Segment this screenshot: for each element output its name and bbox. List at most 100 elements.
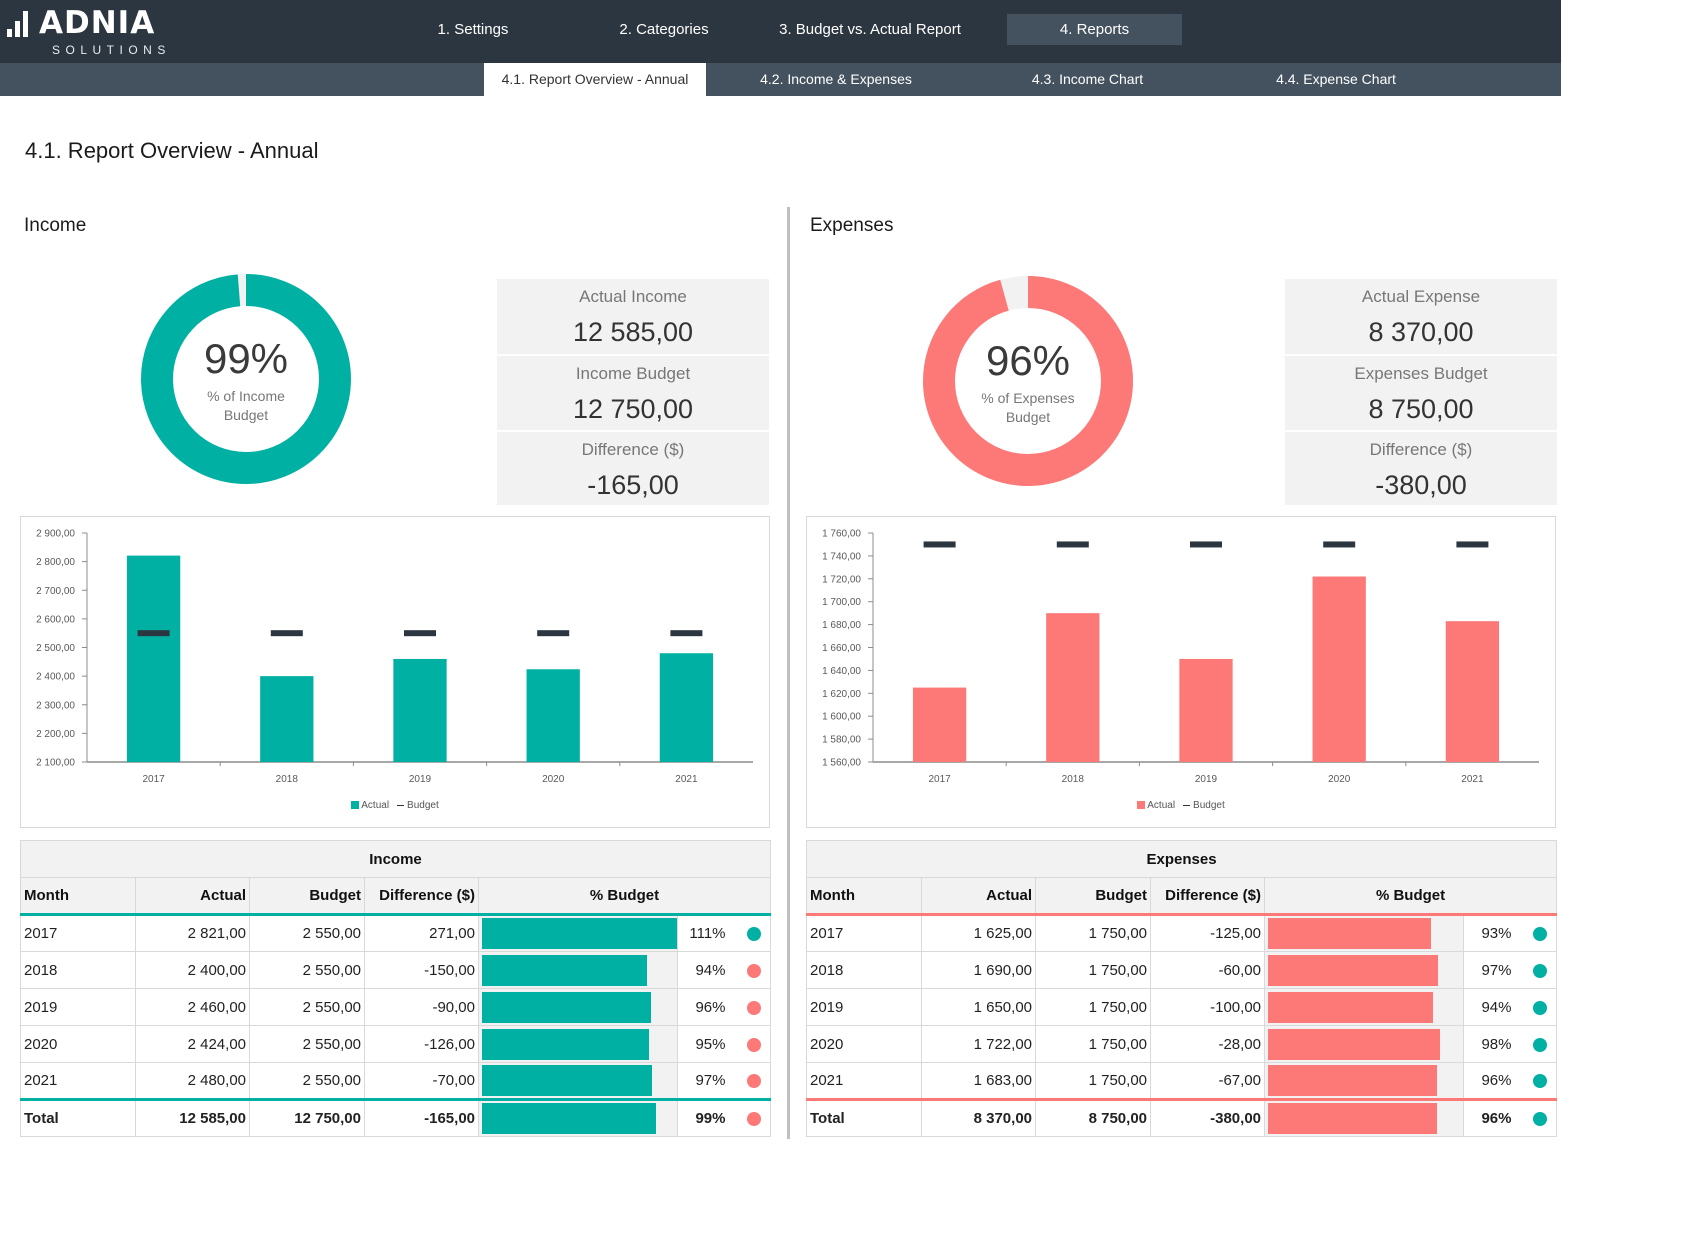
subtab-report-overview[interactable]: 4.1. Report Overview - Annual [484, 63, 706, 96]
cell-difference: -60,00 [1150, 951, 1265, 989]
income-donut-caption-line2: Budget [223, 407, 269, 423]
cell-month: 2020 [806, 1025, 922, 1063]
cell-pct-value: 96% [677, 988, 738, 1026]
status-dot-icon [1532, 927, 1547, 942]
bar-actual-2017 [126, 555, 181, 762]
marker-budget-2021 [1456, 541, 1489, 548]
col-pct-budget: % Budget [477, 877, 772, 916]
cell-month: 2019 [20, 988, 136, 1026]
x-tick-label: 2017 [142, 774, 165, 785]
logo-bars-icon [7, 9, 28, 37]
x-tick-label: 2021 [1461, 774, 1484, 785]
cell-difference: -100,00 [1150, 988, 1265, 1026]
cell-actual: 1 683,00 [921, 1062, 1036, 1100]
status-dot-icon [1532, 963, 1547, 978]
kpi-actual-expense: Actual Expense 8 370,00 [1285, 279, 1557, 354]
cell-pct-value: 93% [1463, 914, 1524, 952]
cell-pct-bar [478, 988, 678, 1026]
y-tick-label: 2 100,00 [36, 758, 75, 769]
y-tick-label: 1 660,00 [822, 643, 861, 654]
cell-month: 2017 [20, 914, 136, 952]
cell-actual: 1 722,00 [921, 1025, 1036, 1063]
income-bar-chart: 2 100,00 2 200,00 2 300,00 2 400,00 2 500,00… [20, 516, 770, 828]
cell-month: 2018 [806, 951, 922, 989]
legend-budget-line [1183, 804, 1191, 806]
y-tick-label: 1 560,00 [822, 758, 861, 769]
subtab-income-expenses[interactable]: 4.2. Income & Expenses [730, 63, 942, 96]
table-row: 2020 1 722,00 1 750,00 -28,00 98% [806, 1025, 1558, 1063]
cell-budget: 12 750,00 [249, 1099, 365, 1137]
marker-budget-2018 [270, 630, 303, 637]
income-kpi-panel: Actual Income 12 585,00 Income Budget 12… [497, 279, 769, 505]
nav-tab-settings[interactable]: 1. Settings [400, 14, 546, 45]
cell-difference: -125,00 [1150, 914, 1265, 952]
expenses-section-title: Expenses [810, 215, 894, 236]
y-tick-label: 2 500,00 [36, 643, 75, 654]
expenses-donut-caption-line2: Budget [1005, 409, 1051, 425]
nav-tab-categories[interactable]: 2. Categories [585, 14, 743, 45]
table-total-row: Total 12 585,00 12 750,00 -165,00 99% [20, 1099, 772, 1137]
expenses-donut-percent: 96% [985, 337, 1071, 384]
cell-status [737, 1025, 772, 1063]
table-row: 2021 2 480,00 2 550,00 -70,00 97% [20, 1062, 772, 1100]
y-tick-label: 1 600,00 [822, 712, 861, 723]
pct-budget-bar [1268, 1028, 1441, 1060]
kpi-label: Actual Income [579, 287, 687, 306]
cell-month: Total [20, 1099, 136, 1137]
table-row: 2019 1 650,00 1 750,00 -100,00 94% [806, 988, 1558, 1026]
kpi-value: -165,00 [587, 470, 679, 500]
cell-status [1523, 988, 1558, 1026]
y-tick-label: 1 720,00 [822, 574, 861, 585]
cell-pct-bar [478, 1062, 678, 1100]
pct-budget-bar [482, 1103, 656, 1134]
subtab-income-chart[interactable]: 4.3. Income Chart [1000, 63, 1175, 96]
cell-actual: 12 585,00 [135, 1099, 250, 1137]
bar-actual-2019 [1179, 658, 1233, 762]
cell-actual: 1 690,00 [921, 951, 1036, 989]
kpi-value: 8 750,00 [1368, 394, 1474, 424]
table-row: 2020 2 424,00 2 550,00 -126,00 95% [20, 1025, 772, 1063]
marker-budget-2018 [1056, 541, 1089, 548]
pct-budget-bar [482, 1065, 653, 1096]
cell-budget: 1 750,00 [1035, 988, 1151, 1026]
y-tick-label: 1 640,00 [822, 666, 861, 677]
table-row: 2017 1 625,00 1 750,00 -125,00 93% [806, 914, 1558, 952]
cell-status [737, 988, 772, 1026]
cell-month: 2021 [20, 1062, 136, 1100]
pct-budget-bar [1268, 954, 1439, 986]
subtab-expense-chart[interactable]: 4.4. Expense Chart [1250, 63, 1422, 96]
col-actual: Actual [921, 877, 1036, 916]
table-row: 2021 1 683,00 1 750,00 -67,00 96% [806, 1062, 1558, 1100]
cell-pct-bar [1264, 988, 1464, 1026]
cell-month: Total [806, 1099, 922, 1137]
marker-budget-2017 [923, 541, 956, 548]
cell-budget: 2 550,00 [249, 988, 365, 1026]
cell-pct-bar [478, 951, 678, 989]
expenses-chart-legend: Actual Budget [807, 800, 1555, 811]
col-budget: Budget [1035, 877, 1151, 916]
cell-budget: 1 750,00 [1035, 1025, 1151, 1063]
col-month: Month [806, 877, 922, 916]
pct-budget-bar [482, 918, 677, 949]
income-chart-svg: 2 100,00 2 200,00 2 300,00 2 400,00 2 500,00… [36, 529, 753, 785]
expenses-kpi-panel: Actual Expense 8 370,00 Expenses Budget … [1285, 279, 1557, 505]
section-divider [787, 207, 790, 1139]
col-month: Month [20, 877, 136, 916]
expenses-donut-chart: 96% % of Expenses Budget [922, 275, 1134, 487]
cell-budget: 1 750,00 [1035, 1062, 1151, 1100]
y-tick-label: 2 200,00 [36, 729, 75, 740]
x-tick-label: 2017 [928, 774, 951, 785]
cell-actual: 2 821,00 [135, 914, 250, 952]
nav-tab-reports[interactable]: 4. Reports [1007, 14, 1182, 45]
cell-actual: 2 424,00 [135, 1025, 250, 1063]
cell-status [1523, 1062, 1558, 1100]
cell-difference: -28,00 [1150, 1025, 1265, 1063]
cell-budget: 2 550,00 [249, 1025, 365, 1063]
status-dot-icon [746, 927, 761, 942]
nav-tab-budget-vs-actual[interactable]: 3. Budget vs. Actual Report [760, 14, 980, 45]
bar-actual-2019 [393, 658, 447, 762]
status-dot-icon [746, 1112, 761, 1127]
cell-pct-value: 95% [677, 1025, 738, 1063]
pct-budget-bar [1268, 1103, 1437, 1134]
brand-logo: ADNIA SOLUTIONS [7, 6, 165, 58]
